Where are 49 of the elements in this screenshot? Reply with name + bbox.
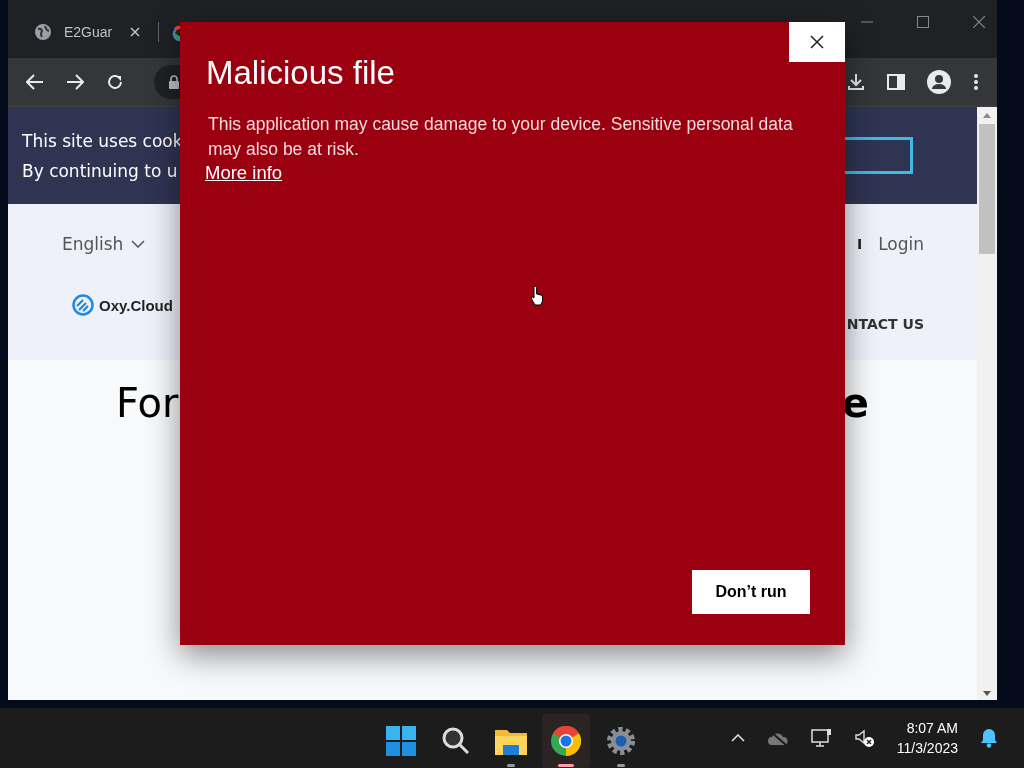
warning-message: This application may cause damage to your device. Sensitive personal data may also be at risk. bbox=[208, 112, 794, 161]
reload-icon[interactable] bbox=[106, 72, 124, 91]
taskbar-button[interactable] bbox=[542, 714, 590, 768]
monitor-icon[interactable] bbox=[810, 728, 833, 748]
maximize-icon[interactable] bbox=[917, 16, 929, 28]
scrollbar[interactable] bbox=[977, 107, 997, 700]
close-icon[interactable] bbox=[973, 16, 985, 28]
time-text: 8:07 AM bbox=[906, 719, 958, 738]
gear-icon bbox=[606, 726, 636, 756]
cookie-text: This site uses cook bbox=[22, 130, 183, 151]
scroll-thumb[interactable] bbox=[979, 124, 995, 254]
cloud-off-icon[interactable] bbox=[766, 730, 789, 746]
more-info-link[interactable]: More info bbox=[205, 161, 283, 184]
chevron-down-icon bbox=[131, 240, 146, 248]
dialog-title: Malicious file bbox=[206, 53, 396, 93]
windows-icon bbox=[386, 726, 416, 756]
language-dropdown[interactable]: English bbox=[62, 234, 146, 254]
globe-icon bbox=[34, 23, 52, 41]
heading-text: For bbox=[116, 380, 179, 426]
close-icon[interactable] bbox=[130, 27, 141, 37]
scroll-up-icon[interactable] bbox=[983, 113, 991, 118]
download-icon[interactable] bbox=[847, 72, 865, 91]
scroll-down-icon[interactable] bbox=[983, 691, 991, 696]
forward-icon[interactable] bbox=[66, 73, 84, 90]
chrome-icon bbox=[551, 726, 581, 756]
nav-link[interactable]: NTACT US bbox=[846, 316, 924, 332]
cookie-text: By continuing to u bbox=[22, 160, 179, 181]
logo-icon bbox=[72, 294, 94, 316]
close-icon bbox=[810, 35, 824, 49]
separator-text: I bbox=[856, 236, 863, 252]
tab-title[interactable]: E2Guar bbox=[64, 24, 113, 40]
date-text: 11/3/2023 bbox=[896, 739, 958, 758]
muted-speaker-icon[interactable] bbox=[854, 728, 875, 748]
search-icon bbox=[442, 727, 470, 755]
lock-icon bbox=[168, 74, 180, 89]
heading-text: e bbox=[841, 380, 869, 426]
chevron-up-icon[interactable] bbox=[730, 734, 745, 742]
folder-icon bbox=[495, 727, 527, 755]
menu-icon[interactable] bbox=[973, 72, 979, 91]
clock[interactable]: 8:07 AM 11/3/2023 bbox=[896, 718, 958, 758]
sidebar-icon[interactable] bbox=[887, 72, 905, 91]
bell-icon[interactable] bbox=[980, 728, 998, 748]
login-link[interactable]: Login bbox=[878, 234, 924, 254]
profile-icon[interactable] bbox=[927, 69, 951, 94]
dont-run-button[interactable]: Don’t run bbox=[692, 570, 810, 614]
hand-cursor-icon bbox=[530, 286, 544, 306]
logo-text[interactable]: Oxy.Cloud bbox=[99, 296, 173, 314]
close-button[interactable] bbox=[789, 22, 845, 62]
back-icon[interactable] bbox=[26, 73, 44, 90]
